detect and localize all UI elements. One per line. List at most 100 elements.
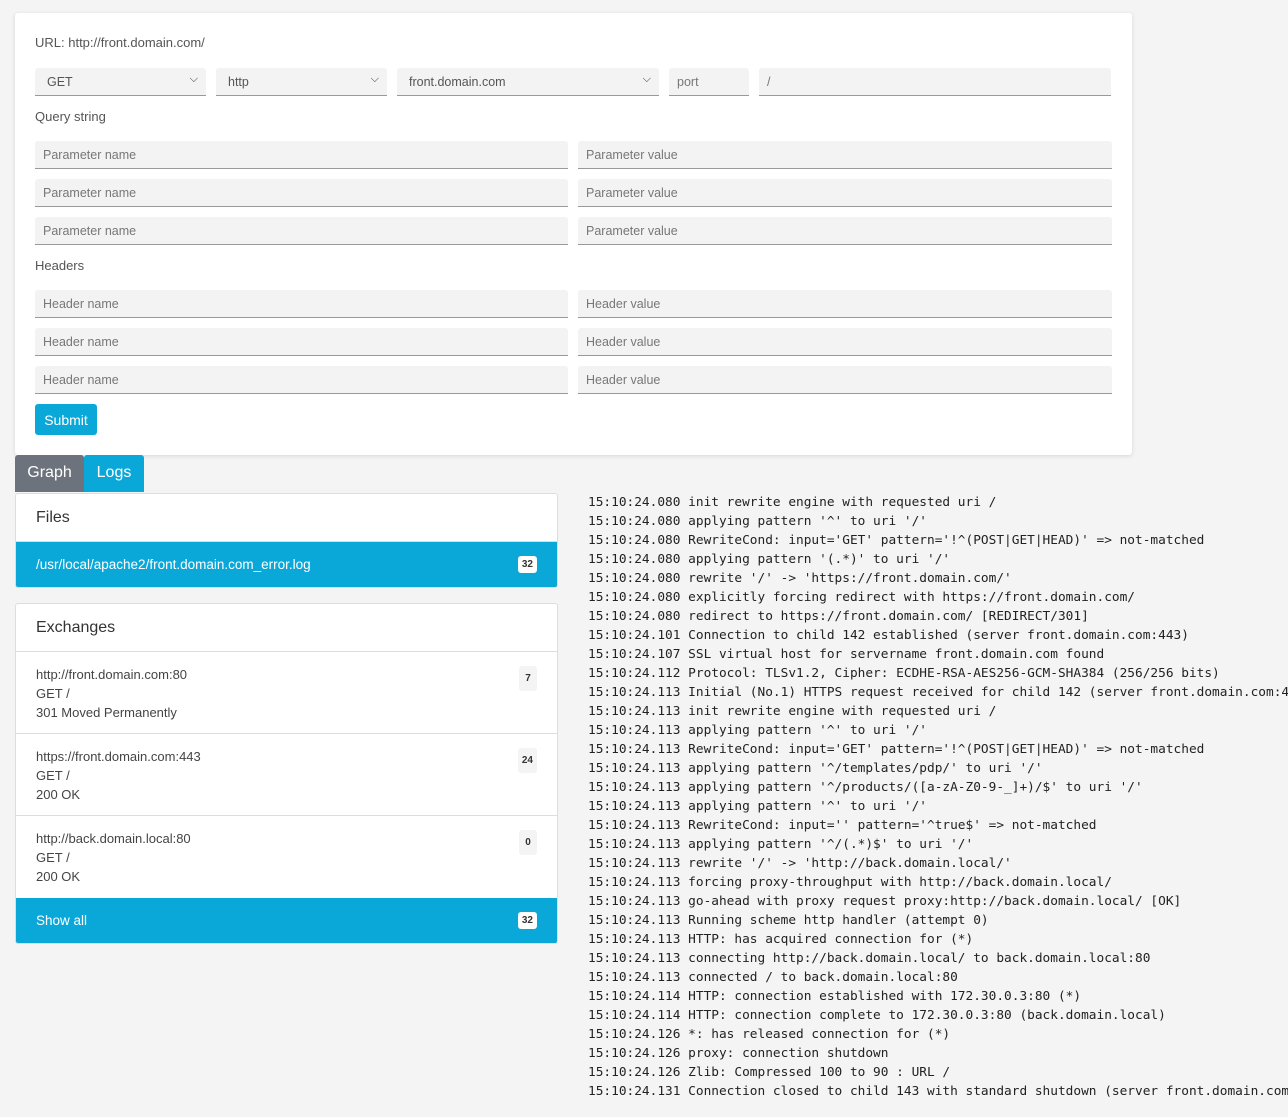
tab-logs[interactable]: Logs (84, 455, 144, 492)
exchanges-title: Exchanges (16, 604, 557, 652)
log-line: 15:10:24.113 applying pattern '^/templat… (588, 761, 1043, 776)
param-value-input[interactable]: Parameter value (578, 179, 1112, 207)
log-line: 15:10:24.126 proxy: connection shutdown (588, 1046, 889, 1061)
count-badge: 24 (517, 748, 537, 773)
log-line: 15:10:24.080 RewriteCond: input='GET' pa… (588, 533, 1205, 548)
query-string-label: Query string (35, 109, 106, 124)
log-line: 15:10:24.126 Zlib: Compressed 100 to 90 … (588, 1065, 951, 1080)
exchange-endpoint: https://front.domain.com:443 (36, 749, 201, 764)
count-badge: 32 (517, 556, 537, 573)
scheme-select[interactable]: http ⌵ (216, 68, 387, 96)
log-line: 15:10:24.131 Connection closed to child … (588, 1084, 1288, 1099)
headers-label: Headers (35, 258, 85, 273)
log-line: 15:10:24.113 connecting http://back.doma… (588, 951, 1151, 966)
log-line: 15:10:24.113 Running scheme http handler… (588, 913, 989, 928)
files-panel: Files /usr/local/apache2/front.domain.co… (15, 493, 558, 588)
chevron-down-icon: ⌵ (642, 73, 651, 85)
method-value: GET (47, 75, 73, 89)
log-line: 15:10:24.080 rewrite '/' -> 'https://fro… (588, 571, 1012, 586)
log-output: 15:10:24.080 init rewrite engine with re… (588, 493, 1288, 1101)
placeholder: Parameter value (586, 148, 678, 162)
log-line: 15:10:24.101 Connection to child 142 est… (588, 628, 1189, 643)
host-select[interactable]: front.domain.com ⌵ (397, 68, 659, 96)
param-name-input[interactable]: Parameter name (35, 179, 568, 207)
header-name-input[interactable]: Header name (35, 366, 568, 394)
log-line: 15:10:24.112 Protocol: TLSv1.2, Cipher: … (588, 666, 1220, 681)
chevron-down-icon: ⌵ (370, 73, 379, 85)
files-title: Files (16, 494, 557, 542)
log-line: 15:10:24.080 init rewrite engine with re… (588, 495, 997, 510)
log-line: 15:10:24.107 SSL virtual host for server… (588, 647, 1105, 662)
log-line: 15:10:24.113 forcing proxy-throughput wi… (588, 875, 1112, 890)
placeholder: Header value (586, 297, 661, 311)
placeholder: Header name (43, 373, 119, 387)
count-badge: 32 (517, 912, 537, 929)
method-select[interactable]: GET ⌵ (35, 68, 206, 96)
show-all-button[interactable]: Show all 32 (16, 898, 557, 943)
placeholder: Parameter value (586, 186, 678, 200)
count-badge: 7 (519, 666, 537, 691)
path-placeholder: / (767, 75, 771, 89)
port-placeholder: port (677, 75, 699, 89)
exchange-status: 200 OK (36, 869, 81, 884)
log-line: 15:10:24.113 go-ahead with proxy request… (588, 894, 1182, 909)
log-line: 15:10:24.113 rewrite '/' -> 'http://back… (588, 856, 1012, 871)
log-line: 15:10:24.080 redirect to https://front.d… (588, 609, 1089, 624)
log-line: 15:10:24.114 HTTP: connection establishe… (588, 989, 1082, 1004)
exchange-item[interactable]: http://back.domain.local:80 GET / 200 OK… (16, 816, 557, 898)
log-line: 15:10:24.113 RewriteCond: input='' patte… (588, 818, 1097, 833)
host-value: front.domain.com (409, 75, 506, 89)
scheme-value: http (228, 75, 249, 89)
log-line: 15:10:24.080 applying pattern '^' to uri… (588, 514, 927, 529)
file-item[interactable]: /usr/local/apache2/front.domain.com_erro… (16, 542, 557, 587)
placeholder: Header value (586, 335, 661, 349)
url-label: URL: http://front.domain.com/ (35, 35, 205, 50)
exchange-status: 200 OK (36, 787, 81, 802)
log-line: 15:10:24.113 connected / to back.domain.… (588, 970, 958, 985)
log-line: 15:10:24.113 applying pattern '^/(.*)$' … (588, 837, 974, 852)
show-all-label: Show all (36, 913, 88, 928)
log-line: 15:10:24.080 applying pattern '(.*)' to … (588, 552, 951, 567)
placeholder: Parameter name (43, 186, 137, 200)
header-name-input[interactable]: Header name (35, 290, 568, 318)
exchange-item[interactable]: http://front.domain.com:80 GET / 301 Mov… (16, 652, 557, 734)
exchange-request: GET / (36, 850, 70, 865)
log-line: 15:10:24.113 Initial (No.1) HTTPS reques… (588, 685, 1288, 700)
log-line: 15:10:24.113 RewriteCond: input='GET' pa… (588, 742, 1205, 757)
header-name-input[interactable]: Header name (35, 328, 568, 356)
port-input[interactable]: port (669, 68, 749, 96)
chevron-down-icon: ⌵ (189, 73, 198, 85)
header-value-input[interactable]: Header value (578, 366, 1112, 394)
exchange-endpoint: http://back.domain.local:80 (36, 831, 191, 846)
header-value-input[interactable]: Header value (578, 290, 1112, 318)
path-input[interactable]: / (759, 68, 1111, 96)
placeholder: Header name (43, 297, 119, 311)
placeholder: Parameter value (586, 224, 678, 238)
log-line: 15:10:24.114 HTTP: connection complete t… (588, 1008, 1166, 1023)
placeholder: Parameter name (43, 148, 137, 162)
param-value-input[interactable]: Parameter value (578, 141, 1112, 169)
count-badge: 0 (519, 830, 537, 855)
exchange-request: GET / (36, 768, 70, 783)
submit-button[interactable]: Submit (35, 404, 97, 435)
exchanges-panel: Exchanges http://front.domain.com:80 GET… (15, 603, 558, 944)
exchange-request: GET / (36, 686, 70, 701)
exchange-item[interactable]: https://front.domain.com:443 GET / 200 O… (16, 734, 557, 816)
log-line: 15:10:24.113 applying pattern '^' to uri… (588, 799, 927, 814)
request-form: URL: http://front.domain.com/ GET ⌵ http ⌵… (15, 13, 1132, 455)
param-name-input[interactable]: Parameter name (35, 217, 568, 245)
placeholder: Parameter name (43, 224, 137, 238)
log-line: 15:10:24.113 applying pattern '^/product… (588, 780, 1143, 795)
log-line: 15:10:24.113 applying pattern '^' to uri… (588, 723, 927, 738)
exchange-status: 301 Moved Permanently (36, 705, 177, 720)
param-value-input[interactable]: Parameter value (578, 217, 1112, 245)
log-line: 15:10:24.113 HTTP: has acquired connecti… (588, 932, 974, 947)
param-name-input[interactable]: Parameter name (35, 141, 568, 169)
log-line: 15:10:24.126 *: has released connection … (588, 1027, 951, 1042)
log-line: 15:10:24.080 explicitly forcing redirect… (588, 590, 1136, 605)
tab-graph[interactable]: Graph (15, 455, 84, 492)
header-value-input[interactable]: Header value (578, 328, 1112, 356)
file-path: /usr/local/apache2/front.domain.com_erro… (36, 557, 311, 572)
placeholder: Header value (586, 373, 661, 387)
exchange-endpoint: http://front.domain.com:80 (36, 667, 188, 682)
